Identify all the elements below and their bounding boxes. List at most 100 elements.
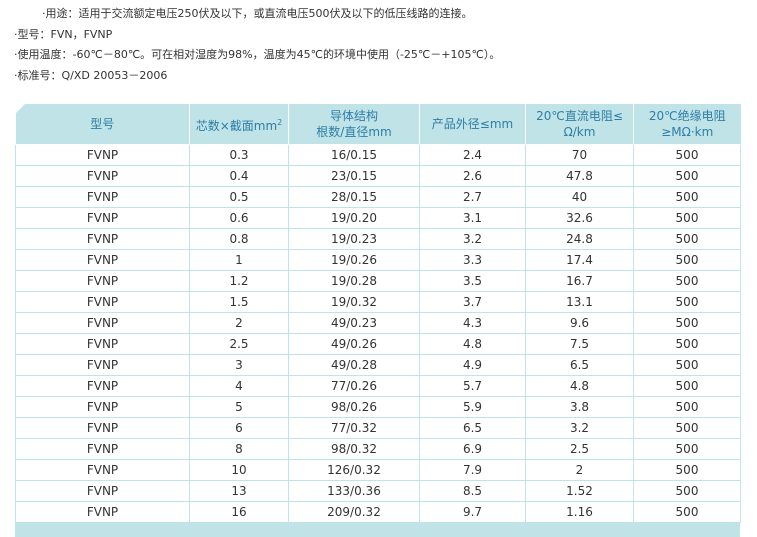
cell-insulation-resistance: 500 <box>633 501 741 523</box>
header-dc-resistance-line1: 20℃直流电阻≤ <box>536 109 623 123</box>
cell-conductor: 19/0.32 <box>288 291 420 313</box>
cell-cross-section: 4 <box>189 375 289 397</box>
table-row: FVNP 13 133/0.36 8.5 1.52 500 <box>15 480 741 502</box>
cell-conductor: 98/0.26 <box>288 396 420 418</box>
header-conductor: 导体结构 根数/直径mm <box>288 104 420 145</box>
cell-insulation-resistance: 500 <box>633 291 741 313</box>
cell-model: FVNP <box>15 228 190 250</box>
cell-model: FVNP <box>15 144 190 166</box>
table-row: FVNP 10 126/0.32 7.9 2 500 <box>15 459 741 481</box>
cell-insulation-resistance: 500 <box>633 480 741 502</box>
cell-model: FVNP <box>15 459 190 481</box>
cell-outer-diameter: 5.7 <box>419 375 526 397</box>
model-note: ·型号：FVN，FVNP <box>14 27 113 41</box>
cell-outer-diameter: 3.5 <box>419 270 526 292</box>
cell-conductor: 19/0.28 <box>288 270 420 292</box>
cell-insulation-resistance: 500 <box>633 438 741 460</box>
header-model-label: 型号 <box>90 117 115 131</box>
table-row: FVNP 8 98/0.32 6.9 2.5 500 <box>15 438 741 460</box>
table-row: FVNP 1.2 19/0.28 3.5 16.7 500 <box>15 270 741 292</box>
table-row: FVNP 0.5 28/0.15 2.7 40 500 <box>15 186 741 208</box>
cell-conductor: 49/0.23 <box>288 312 420 334</box>
cell-outer-diameter: 4.3 <box>419 312 526 334</box>
spec-table: 型号 芯数×截面mm2 导体结构 根数/直径mm 产品外径≤mm 20℃直流电阻… <box>15 104 741 523</box>
cell-outer-diameter: 3.3 <box>419 249 526 271</box>
cell-insulation-resistance: 500 <box>633 375 741 397</box>
cell-insulation-resistance: 500 <box>633 354 741 376</box>
cell-dc-resistance: 3.8 <box>525 396 634 418</box>
cell-cross-section: 13 <box>189 480 289 502</box>
cell-model: FVNP <box>15 417 190 439</box>
cell-cross-section: 0.5 <box>189 186 289 208</box>
cell-cross-section: 2 <box>189 312 289 334</box>
standard-note: ·标准号：Q/XD 20053－2006 <box>14 68 168 82</box>
cell-dc-resistance: 9.6 <box>525 312 634 334</box>
cell-conductor: 19/0.23 <box>288 228 420 250</box>
cell-dc-resistance: 24.8 <box>525 228 634 250</box>
cell-insulation-resistance: 500 <box>633 228 741 250</box>
cell-conductor: 23/0.15 <box>288 165 420 187</box>
cell-dc-resistance: 16.7 <box>525 270 634 292</box>
cell-outer-diameter: 2.6 <box>419 165 526 187</box>
cell-dc-resistance: 70 <box>525 144 634 166</box>
header-cross-section: 芯数×截面mm2 <box>189 104 289 145</box>
table-row: FVNP 0.6 19/0.20 3.1 32.6 500 <box>15 207 741 229</box>
cell-model: FVNP <box>15 312 190 334</box>
cell-model: FVNP <box>15 291 190 313</box>
header-conductor-line2: 根数/直径mm <box>316 125 392 139</box>
table-header-row: 型号 芯数×截面mm2 导体结构 根数/直径mm 产品外径≤mm 20℃直流电阻… <box>15 104 741 145</box>
cell-model: FVNP <box>15 375 190 397</box>
cell-cross-section: 0.8 <box>189 228 289 250</box>
cell-insulation-resistance: 500 <box>633 144 741 166</box>
cell-dc-resistance: 1.16 <box>525 501 634 523</box>
cell-dc-resistance: 7.5 <box>525 333 634 355</box>
cell-cross-section: 8 <box>189 438 289 460</box>
table-row: FVNP 1 19/0.26 3.3 17.4 500 <box>15 249 741 271</box>
cell-dc-resistance: 40 <box>525 186 634 208</box>
table-row: FVNP 0.4 23/0.15 2.6 47.8 500 <box>15 165 741 187</box>
header-insulation-line1: 20℃绝缘电阻 <box>648 109 726 123</box>
cell-cross-section: 3 <box>189 354 289 376</box>
cell-model: FVNP <box>15 165 190 187</box>
table-row: FVNP 3 49/0.28 4.9 6.5 500 <box>15 354 741 376</box>
cell-conductor: 209/0.32 <box>288 501 420 523</box>
header-cross-section-sup: 2 <box>277 117 283 127</box>
table-row: FVNP 0.3 16/0.15 2.4 70 500 <box>15 144 741 166</box>
cell-cross-section: 0.6 <box>189 207 289 229</box>
cell-conductor: 77/0.32 <box>288 417 420 439</box>
header-conductor-line1: 导体结构 <box>329 109 378 123</box>
cell-outer-diameter: 8.5 <box>419 480 526 502</box>
header-dc-resistance: 20℃直流电阻≤ Ω/km <box>525 104 634 145</box>
cell-outer-diameter: 6.5 <box>419 417 526 439</box>
table-row: FVNP 0.8 19/0.23 3.2 24.8 500 <box>15 228 741 250</box>
corner-mark <box>15 104 25 113</box>
usage-note: ·用途：适用于交流额定电压250伏及以下，或直流电压500伏及以下的低压线路的连… <box>42 7 473 20</box>
table-row: FVNP 5 98/0.26 5.9 3.8 500 <box>15 396 741 418</box>
cell-cross-section: 1.5 <box>189 291 289 313</box>
temperature-note: ·使用温度：-60℃－80℃。可在相对湿度为98%，温度为45℃的环境中使用（-… <box>14 48 501 61</box>
cell-insulation-resistance: 500 <box>633 270 741 292</box>
cell-outer-diameter: 9.7 <box>419 501 526 523</box>
header-insulation-resistance: 20℃绝缘电阻 ≥MΩ·km <box>633 104 741 145</box>
cell-dc-resistance: 2 <box>525 459 634 481</box>
cell-model: FVNP <box>15 396 190 418</box>
cell-insulation-resistance: 500 <box>633 165 741 187</box>
cell-cross-section: 0.3 <box>189 144 289 166</box>
cell-outer-diameter: 4.8 <box>419 333 526 355</box>
cell-model: FVNP <box>15 501 190 523</box>
cell-insulation-resistance: 500 <box>633 249 741 271</box>
cell-model: FVNP <box>15 438 190 460</box>
cell-cross-section: 0.4 <box>189 165 289 187</box>
cell-conductor: 49/0.26 <box>288 333 420 355</box>
cell-cross-section: 1.2 <box>189 270 289 292</box>
table-row: FVNP 16 209/0.32 9.7 1.16 500 <box>15 501 741 523</box>
cell-insulation-resistance: 500 <box>633 207 741 229</box>
cell-outer-diameter: 2.7 <box>419 186 526 208</box>
cell-dc-resistance: 6.5 <box>525 354 634 376</box>
cell-insulation-resistance: 500 <box>633 417 741 439</box>
table-row: FVNP 1.5 19/0.32 3.7 13.1 500 <box>15 291 741 313</box>
cell-model: FVNP <box>15 207 190 229</box>
cell-conductor: 16/0.15 <box>288 144 420 166</box>
cell-model: FVNP <box>15 186 190 208</box>
cell-conductor: 98/0.32 <box>288 438 420 460</box>
